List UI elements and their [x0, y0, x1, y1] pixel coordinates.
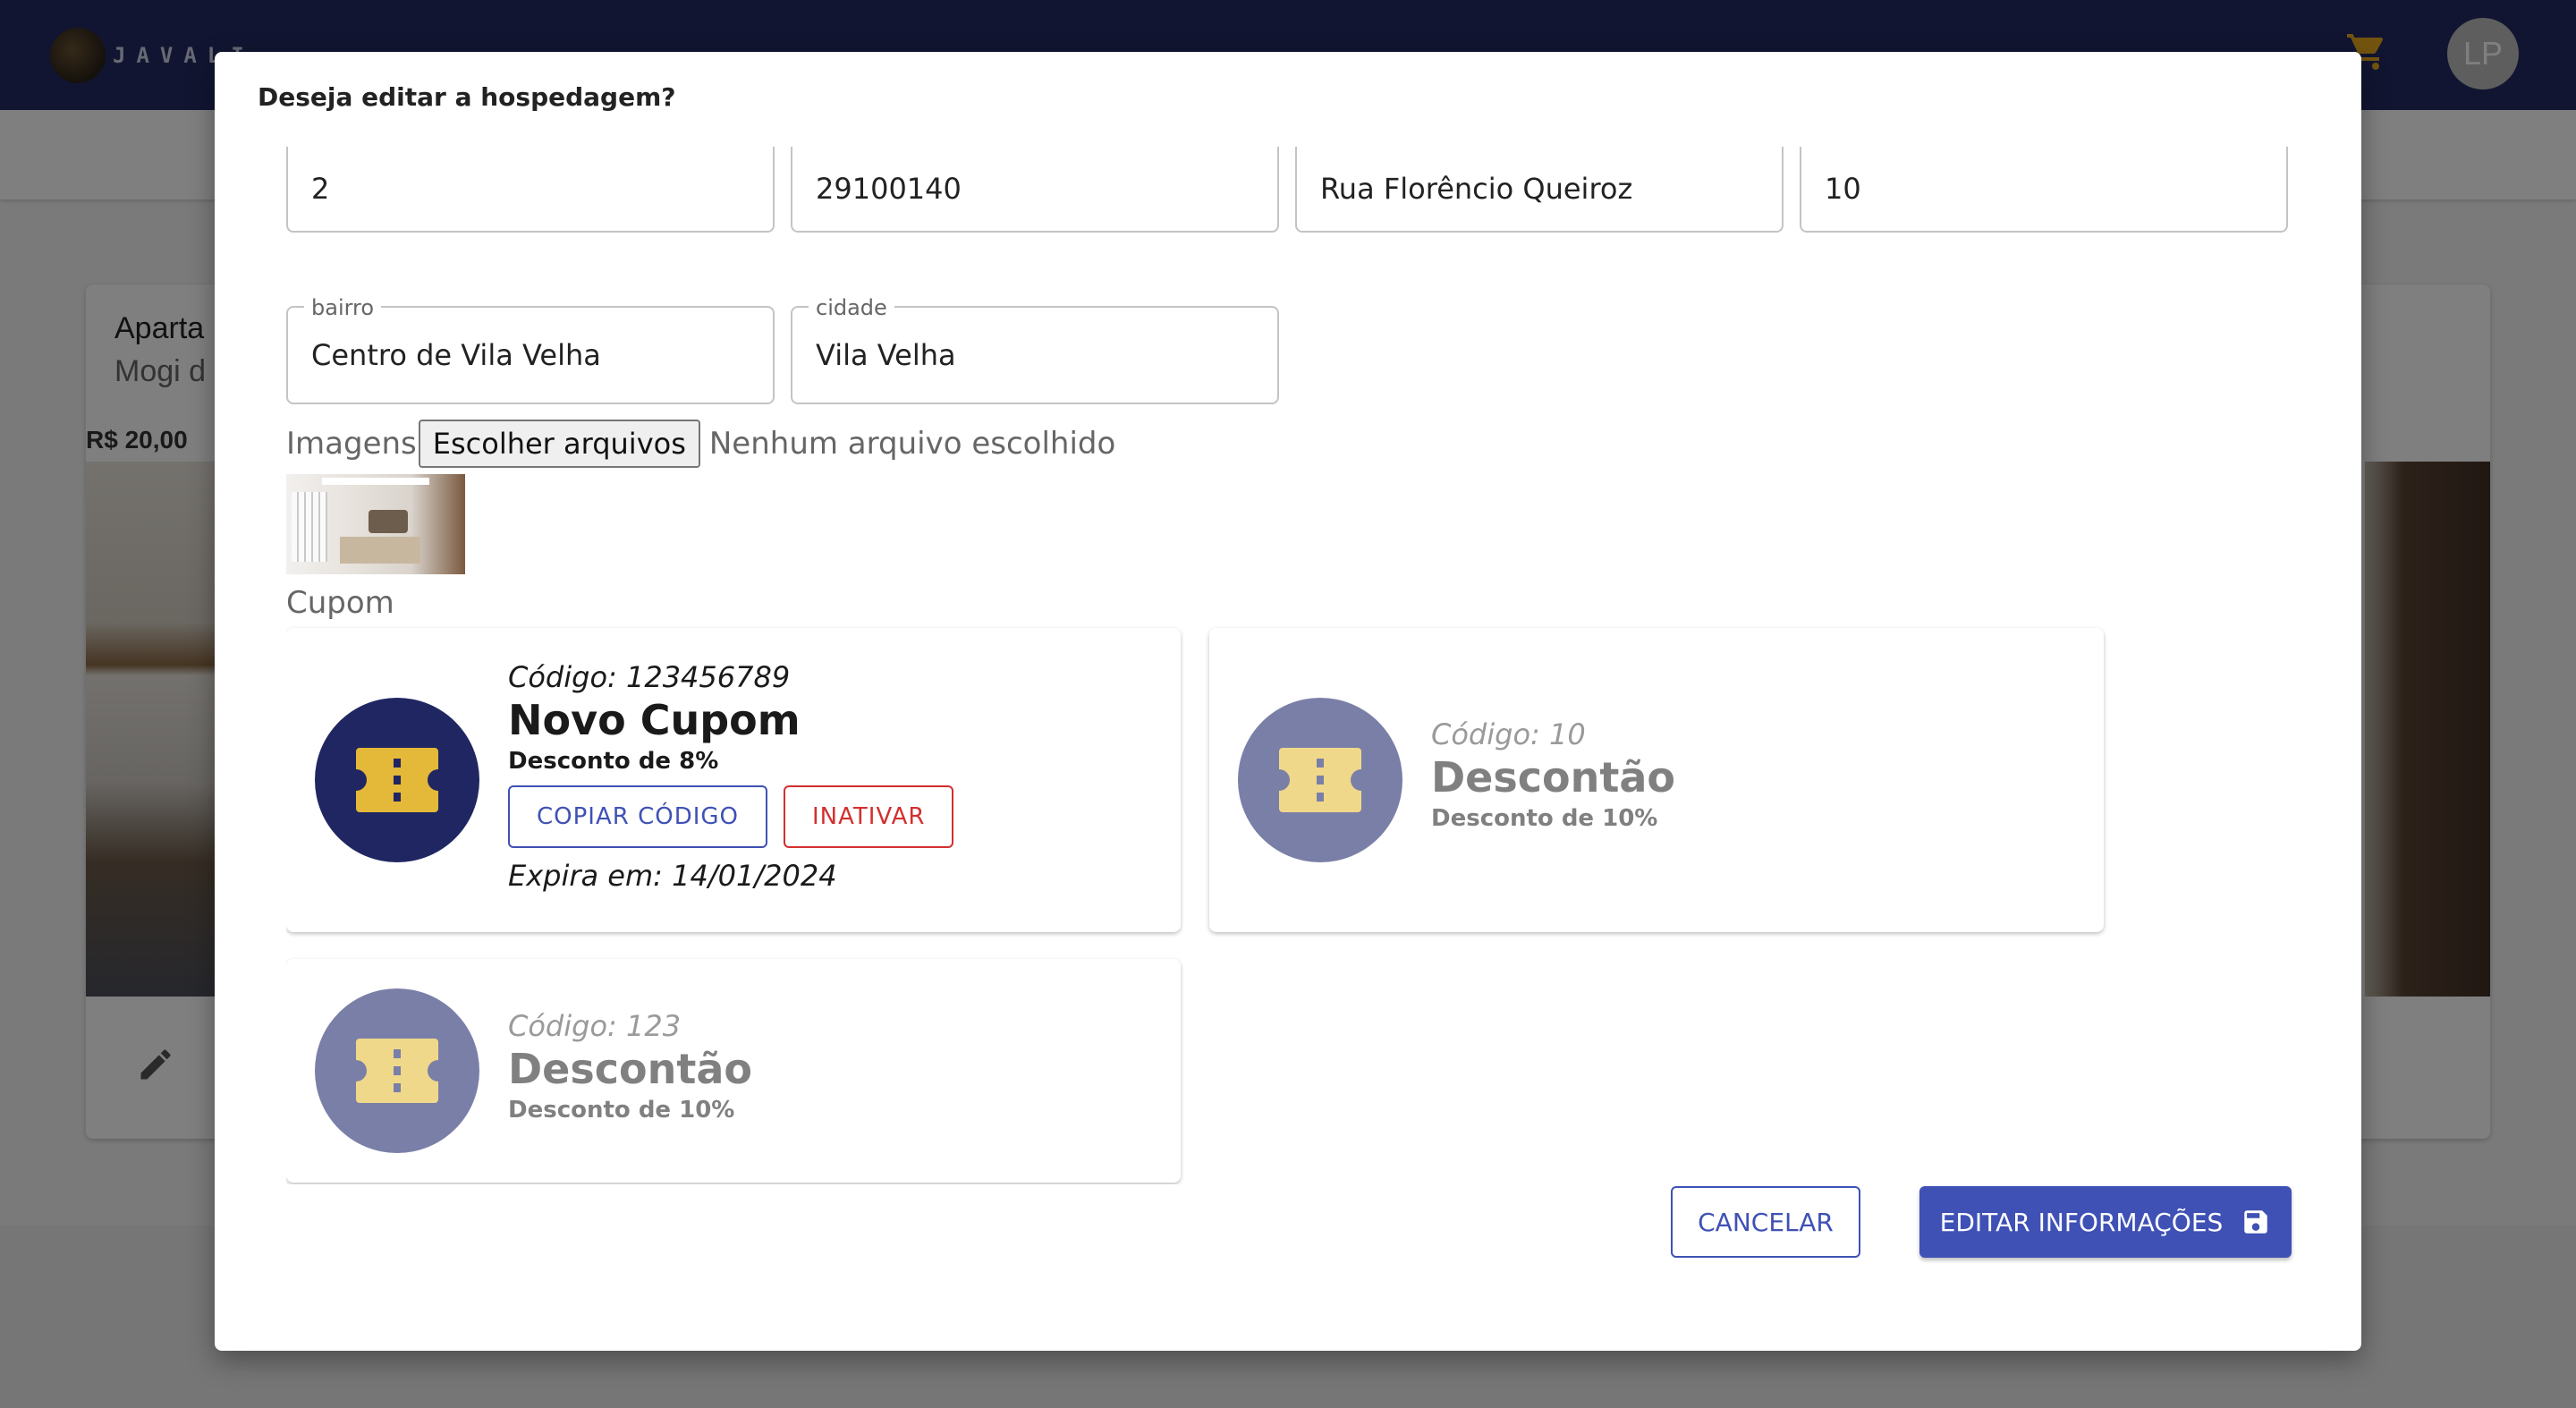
ticket-icon — [315, 698, 479, 862]
coupon-name: Descontão — [1431, 753, 1676, 802]
street-field[interactable]: Rua Florêncio Queiroz — [1295, 147, 1784, 233]
coupon-discount: Desconto de 10% — [1431, 805, 1658, 832]
images-row: Imagens Escolher arquivos Nenhum arquivo… — [286, 419, 1115, 469]
coupon-details: Código: 123456789 Novo Cupom Desconto de… — [508, 660, 954, 893]
coupon-card: Código: 123 Descontão Desconto de 10% — [286, 959, 1181, 1183]
street-value: Rua Florêncio Queiroz — [1320, 172, 1633, 206]
thumb-ceiling-light — [322, 478, 429, 485]
thumb-bed — [340, 537, 420, 564]
coupon-details: Código: 10 Descontão Desconto de 10% — [1431, 717, 1675, 832]
ticket-glyph — [356, 1039, 438, 1103]
coupon-card: Código: 10 Descontão Desconto de 10% — [1209, 628, 2104, 932]
coupon-name: Novo Cupom — [508, 696, 801, 744]
dialog-title: Deseja editar a hospedagem? — [258, 82, 676, 112]
city-field[interactable]: cidade Vila Velha — [791, 295, 1279, 404]
cancel-label: CANCELAR — [1698, 1207, 1834, 1237]
coupon-discount: Desconto de 8% — [508, 748, 719, 775]
dialog-content: 2 29100140 Rua Florêncio Queiroz 10 bair… — [286, 147, 2343, 1184]
thumb-window — [292, 492, 327, 562]
copy-code-button[interactable]: COPIAR CÓDIGO — [508, 785, 768, 848]
deactivate-button[interactable]: INATIVAR — [784, 785, 954, 848]
image-thumbnail[interactable] — [286, 474, 465, 574]
ticket-glyph — [356, 748, 438, 812]
number-field[interactable]: 10 — [1800, 147, 2288, 233]
coupon-name: Descontão — [508, 1045, 753, 1093]
save-button[interactable]: EDITAR INFORMAÇÕES — [1919, 1186, 2292, 1258]
coupons-label: Cupom — [286, 585, 394, 621]
cep-value: 29100140 — [816, 172, 962, 206]
city-value: Vila Velha — [816, 338, 956, 372]
thumb-wall-art — [369, 510, 408, 533]
images-label: Imagens — [286, 426, 417, 462]
coupon-discount: Desconto de 10% — [508, 1097, 735, 1124]
number-value: 10 — [1825, 172, 1861, 206]
neighborhood-field[interactable]: bairro Centro de Vila Velha — [286, 295, 775, 404]
coupon-code: Código: 10 — [1431, 717, 1586, 751]
ticket-icon — [1238, 698, 1402, 862]
ticket-icon — [315, 988, 479, 1153]
coupon-actions: COPIAR CÓDIGO INATIVAR — [508, 785, 954, 848]
neighborhood-value: Centro de Vila Velha — [311, 338, 601, 372]
rooms-field[interactable]: 2 — [286, 147, 775, 233]
choose-files-button[interactable]: Escolher arquivos — [418, 420, 700, 468]
ticket-glyph — [1279, 748, 1361, 812]
cancel-button[interactable]: CANCELAR — [1671, 1186, 1860, 1258]
floppy-disk-icon — [2244, 1210, 2268, 1234]
coupon-code: Código: 123 — [508, 1009, 682, 1043]
coupon-code: Código: 123456789 — [508, 660, 791, 694]
coupon-expiry: Expira em: 14/01/2024 — [508, 859, 837, 893]
edit-accommodation-dialog: Deseja editar a hospedagem? 2 29100140 R… — [215, 52, 2361, 1351]
rooms-value: 2 — [311, 172, 330, 206]
cep-field[interactable]: 29100140 — [791, 147, 1279, 233]
coupon-card: Código: 123456789 Novo Cupom Desconto de… — [286, 628, 1181, 932]
save-label: EDITAR INFORMAÇÕES — [1939, 1207, 2224, 1237]
file-status: Nenhum arquivo escolhido — [708, 426, 1116, 462]
coupon-details: Código: 123 Descontão Desconto de 10% — [508, 1009, 752, 1124]
